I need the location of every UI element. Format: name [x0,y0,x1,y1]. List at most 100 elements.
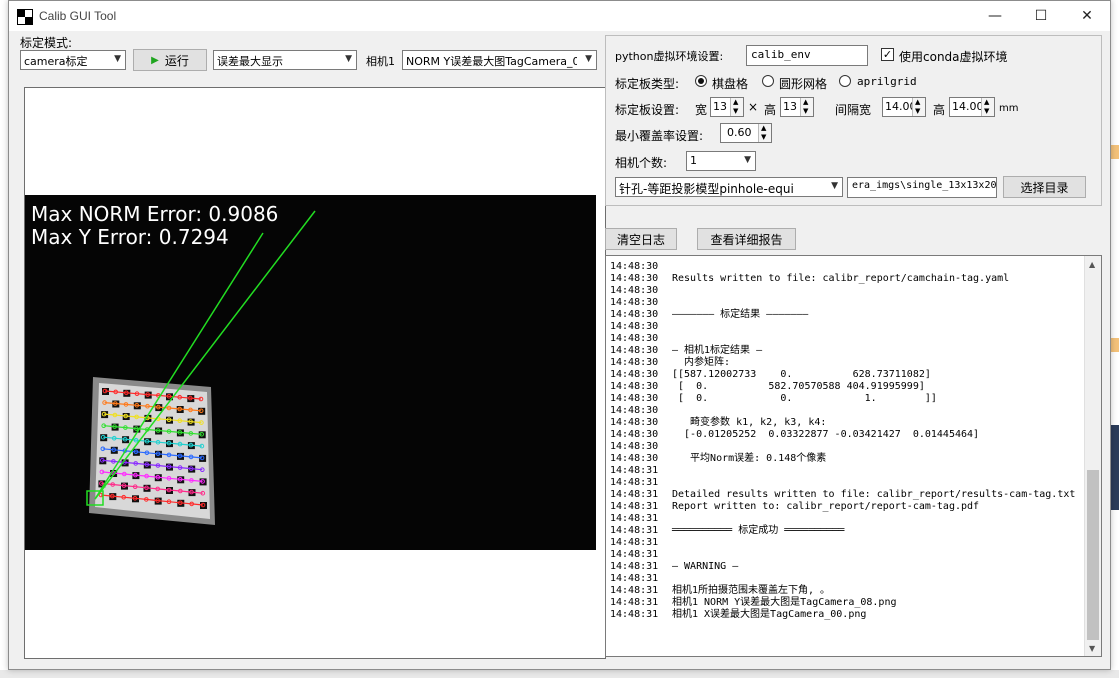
log-line: 14:48:31 相机1 NORM Y误差最大图是TagCamera_08.png [610,597,1075,609]
log-timestamp: 14:48:31 [610,465,659,476]
log-message: — WARNING — [672,561,739,572]
log-timestamp: 14:48:30 [610,381,659,392]
desktop-bottom-edge [0,670,1119,678]
log-message: 平均Norm误差: 0.148个像素 [672,453,827,464]
spin-arrows[interactable]: ▲ ▼ [912,98,925,116]
log-message: — 相机1标定结果 — [672,345,763,356]
log-timestamp: 14:48:31 [610,477,659,488]
log-line: 14:48:31 [610,513,1075,525]
log-line: 14:48:30 内参矩阵: [610,357,1075,369]
log-message: 相机1所拍摄范围未覆盖左下角, 。 [672,585,831,596]
camera-image-select[interactable]: NORM Y误差最大图TagCamera_08. ▼ [402,50,597,70]
scroll-up-icon[interactable]: ▲ [1089,260,1095,269]
camera-count-select[interactable]: 1 ▼ [686,151,756,171]
log-timestamp: 14:48:30 [610,441,659,452]
title-bar: Calib GUI Tool — ☐ ✕ [9,1,1110,31]
log-timestamp: 14:48:30 [610,285,659,296]
spin-arrows[interactable]: ▲ ▼ [981,98,994,116]
log-message: Detailed results written to file: calibr… [672,489,1076,500]
log-line: 14:48:30 [610,285,1075,297]
spin-arrows[interactable]: ▲ ▼ [730,98,743,116]
spin-arrows[interactable]: ▲ ▼ [800,98,813,116]
spacing-width-spinbox[interactable]: 14.00 ▲ ▼ [882,97,926,117]
maximize-button[interactable]: ☐ [1018,1,1064,31]
log-line: 14:48:30 ——————— 标定结果 ——————— [610,309,1075,321]
log-output[interactable]: 14:48:30 14:48:30 Results written to file:… [605,255,1102,657]
overlay-norm-error: Max NORM Error: 0.9086 [31,202,278,226]
log-line: 14:48:31 [610,477,1075,489]
log-timestamp: 14:48:31 [610,585,659,596]
log-timestamp: 14:48:30 [610,333,659,344]
log-line: 14:48:31 ══════════ 标定成功 ══════════ [610,525,1075,537]
log-timestamp: 14:48:31 [610,561,659,572]
spacing-height-spinbox[interactable]: 14.00 ▲ ▼ [949,97,995,117]
log-timestamp: 14:48:30 [610,273,659,284]
close-button[interactable]: ✕ [1064,1,1110,31]
minimize-button[interactable]: — [972,1,1018,31]
log-message: 相机1 X误差最大图是TagCamera_00.png [672,609,867,620]
board-type-radio-circlegrid[interactable] [762,75,774,87]
board-settings-label: 标定板设置: [615,103,680,117]
mode-select[interactable]: camera标定 ▼ [20,50,126,70]
board-type-radio-aprilgrid[interactable] [839,75,851,87]
view-report-button[interactable]: 查看详细报告 [697,228,796,250]
use-conda-checkbox[interactable]: ✓ [881,48,894,61]
log-line: 14:48:30 平均Norm误差: 0.148个像素 [610,453,1075,465]
min-coverage-spinbox[interactable]: 0.60 ▲ ▼ [720,123,772,143]
select-dir-button[interactable]: 选择目录 [1003,176,1086,198]
log-message: [[587.12002733 0. 628.73711082] [672,369,931,380]
image-dir-input[interactable]: era_imgs\single_13x13x20 [847,177,997,198]
log-message: Results written to file: calibr_report/c… [672,273,1010,284]
log-line: 14:48:31 [610,573,1075,585]
log-timestamp: 14:48:30 [610,429,659,440]
height-label: 高 [764,103,777,117]
maximize-icon: ☐ [1034,8,1048,24]
log-timestamp: 14:48:31 [610,597,659,608]
times-sign: × [748,100,759,114]
camera-count-value: 1 [690,154,697,167]
camera-model-select[interactable]: 针孔-等距投影模型pinhole-equi ▼ [615,177,843,197]
display-select[interactable]: 误差最大显示 ▼ [213,50,357,70]
unit-label: mm [999,103,1019,114]
log-line: 14:48:30 [610,321,1075,333]
board-type-radio-chessboard[interactable] [695,75,707,87]
width-label: 宽 [695,103,708,117]
scrollbar-thumb[interactable] [1087,470,1099,640]
log-timestamp: 14:48:31 [610,537,659,548]
scroll-down-icon[interactable]: ▼ [1089,644,1095,653]
log-line: 14:48:31 Detailed results written to file… [610,489,1075,501]
board-width-value: 13 [713,100,727,113]
log-message: 内参矩阵: [672,357,731,368]
play-icon: ▶ [151,54,159,66]
board-height-spinbox[interactable]: 13 ▲ ▼ [780,97,814,117]
log-line: 14:48:31 相机1 X误差最大图是TagCamera_00.png [610,609,1075,621]
log-line: 14:48:30 [-0.01205252 0.03322877 -0.0342… [610,429,1075,441]
spin-arrows[interactable]: ▲ ▼ [758,124,771,142]
log-timestamp: 14:48:30 [610,405,659,416]
overlay-y-error: Max Y Error: 0.7294 [31,225,229,249]
chevron-down-icon: ▼ [585,54,592,64]
log-line: 14:48:30 [610,261,1075,273]
log-timestamp: 14:48:30 [610,393,659,404]
chevron-down-icon: ▼ [345,54,352,64]
calibration-image: Max NORM Error: 0.9086 Max Y Error: 0.72… [25,195,596,550]
log-line: 14:48:31 [610,465,1075,477]
log-timestamp: 14:48:31 [610,525,659,536]
log-timestamp: 14:48:30 [610,453,659,464]
clear-log-button[interactable]: 清空日志 [605,228,677,250]
board-width-spinbox[interactable]: 13 ▲ ▼ [710,97,744,117]
log-scrollbar[interactable]: ▲ ▼ [1084,256,1101,656]
log-line: 14:48:31 [610,549,1075,561]
log-line: 14:48:31 — WARNING — [610,561,1075,573]
log-timestamp: 14:48:31 [610,549,659,560]
log-line: 14:48:31 相机1所拍摄范围未覆盖左下角, 。 [610,585,1075,597]
log-message: Report written to: calibr_report/report-… [672,501,980,512]
camera-image-select-value: NORM Y误差最大图TagCamera_08. [406,55,577,68]
display-select-value: 误差最大显示 [217,55,283,68]
app-icon [17,9,33,25]
run-button[interactable]: ▶ 运行 [133,49,207,71]
log-timestamp: 14:48:31 [610,501,659,512]
close-icon: ✕ [1081,8,1093,24]
python-env-input[interactable]: calib_env [746,45,868,66]
log-line: 14:48:30 Results written to file: calibr_… [610,273,1075,285]
